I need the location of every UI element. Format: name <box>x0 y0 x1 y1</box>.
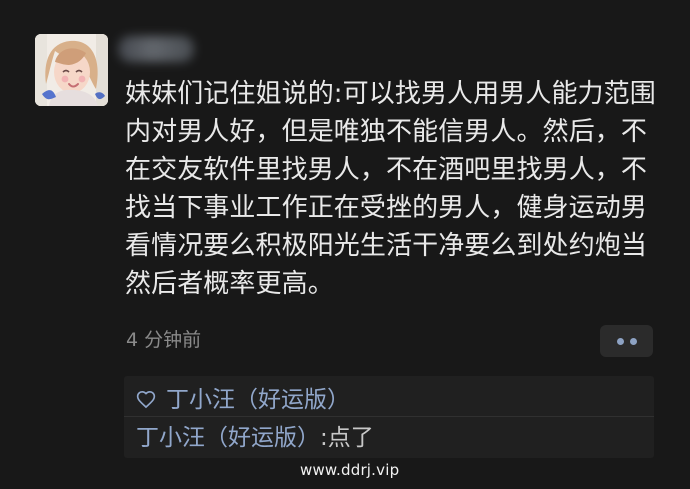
comment-separator: : <box>320 425 328 451</box>
watermark: www.ddrj.vip <box>300 461 400 479</box>
post-text: 妹妹们记住姐说的:可以找男人用男人能力范围内对男人好，但是唯独不能信男人。然后，… <box>125 79 656 299</box>
avatar[interactable] <box>35 34 108 106</box>
interaction-panel: 丁小汪（好运版） 丁小汪（好运版） : 点了 <box>124 376 654 458</box>
blurred-username[interactable] <box>118 36 194 62</box>
more-options-icon-dot <box>629 337 637 345</box>
moments-screen: 妹妹们记住姐说的:可以找男人用男人能力范围内对男人好，但是唯独不能信男人。然后，… <box>0 0 690 489</box>
post-time: 4 分钟前 <box>126 329 202 351</box>
interaction-divider <box>124 416 654 417</box>
likes-row: 丁小汪（好运版） <box>136 385 350 415</box>
heart-icon <box>136 390 156 409</box>
comment-author[interactable]: 丁小汪（好运版） <box>136 424 320 452</box>
liked-user-name[interactable]: 丁小汪（好运版） <box>166 386 350 414</box>
comment-text: 点了 <box>327 425 374 451</box>
comment-row: 丁小汪（好运版） : 点了 <box>136 424 374 452</box>
avatar-image <box>35 34 108 106</box>
more-options-icon <box>616 337 624 345</box>
more-options-button[interactable] <box>600 325 653 357</box>
